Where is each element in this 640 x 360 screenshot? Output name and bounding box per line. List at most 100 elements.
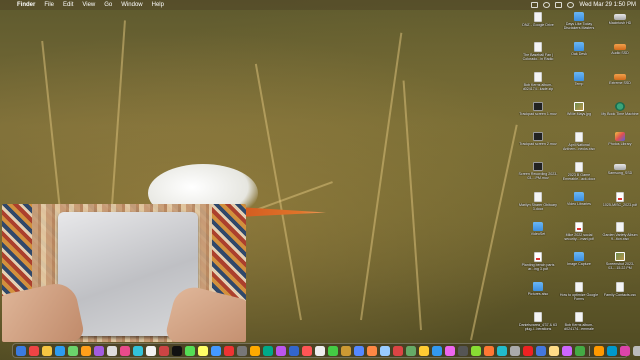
desktop-icon[interactable]: How to optimize Google Forms — [559, 282, 599, 308]
dock-app-icon[interactable] — [250, 345, 260, 356]
desktop-icon[interactable]: My Book Time Machine — [600, 102, 640, 128]
dock-app-icon[interactable] — [471, 345, 481, 356]
dock-app-icon[interactable] — [263, 345, 273, 356]
dock-app-icon[interactable] — [594, 345, 604, 356]
desktop-icon-label: Pictures also — [527, 292, 549, 296]
dock-app-icon[interactable] — [484, 345, 494, 356]
dock-app-icon[interactable] — [380, 345, 390, 356]
dock-app-icon[interactable] — [81, 345, 91, 356]
dock-app-icon[interactable] — [55, 345, 65, 356]
dock-app-icon[interactable] — [42, 345, 52, 356]
dock-app-icon[interactable] — [536, 345, 546, 356]
desktop-icon[interactable]: The Baseball Fan | Colorado...in Radio — [518, 42, 558, 68]
control-center-icon[interactable] — [555, 2, 563, 8]
desktop-icon[interactable]: Marilyn Sharer Obituary 3.docx — [518, 192, 558, 218]
dock-app-icon[interactable] — [367, 345, 377, 356]
menu-edit[interactable]: Edit — [63, 2, 73, 8]
desktop-icon[interactable]: Video Libraries — [559, 192, 599, 218]
dock-app-icon[interactable] — [523, 345, 533, 356]
desktop-icon[interactable]: Danielsvarea_4'37 & 63 plug-l...beration… — [518, 312, 558, 338]
desktop-icon-label: The Baseball Fan | Colorado...in Radio — [522, 53, 554, 62]
dock-app-icon[interactable] — [120, 345, 130, 356]
dock-app-icon[interactable] — [159, 345, 169, 356]
dock-app-icon[interactable] — [276, 345, 286, 356]
dock-app-icon[interactable] — [328, 345, 338, 356]
dock-app-icon[interactable] — [16, 345, 26, 356]
doc-icon — [534, 12, 542, 22]
desktop-icon[interactable]: Trackpad screen 1.mov — [518, 102, 558, 128]
desktop-icon[interactable]: Macintosh HD — [600, 12, 640, 38]
desktop-icon[interactable]: Trackpad screen 2.mov — [518, 132, 558, 158]
desktop-icon[interactable]: Garden Variety Album 9...tion.xlsx — [600, 222, 640, 248]
dock-app-icon[interactable] — [172, 345, 182, 356]
desktop-icon[interactable]: DNZ - Google Drive — [518, 12, 558, 38]
desktop-icon[interactable]: Family Contacts.csv — [600, 282, 640, 308]
desktop-icon[interactable]: April National Anthem...necks.xlsx — [559, 132, 599, 158]
folder-icon — [574, 42, 584, 51]
dock-app-icon[interactable] — [549, 345, 559, 356]
menu-go[interactable]: Go — [104, 2, 112, 8]
dock-app-icon[interactable] — [445, 345, 455, 356]
desktop-icon[interactable]: 2023 B Game Emerable...ack.docx — [559, 162, 599, 188]
menu-window[interactable]: Window — [121, 2, 142, 8]
dock-app-icon[interactable] — [133, 345, 143, 356]
dock-app-icon[interactable] — [315, 345, 325, 356]
desktop-icon[interactable]: Photos Library — [600, 132, 640, 158]
desktop-icon[interactable]: Image Capture — [559, 252, 599, 278]
desktop-icon[interactable]: Temp — [559, 72, 599, 98]
spotlight-icon[interactable] — [567, 2, 575, 8]
dock-app-icon[interactable] — [562, 345, 572, 356]
desktop-icon[interactable]: Pictures also — [518, 282, 558, 308]
desktop-icon[interactable]: Extreme SSD — [600, 72, 640, 98]
dock-app-icon[interactable] — [185, 345, 195, 356]
dock-app-icon[interactable] — [393, 345, 403, 356]
desktop-icon[interactable]: Screen Recording 2023-03-...PM.mov — [518, 162, 558, 188]
dock-app-icon[interactable] — [633, 345, 640, 356]
menu-view[interactable]: View — [82, 2, 95, 8]
dock-app-icon[interactable] — [146, 345, 156, 356]
dock-app-icon[interactable] — [29, 345, 39, 356]
dock-app-icon[interactable] — [94, 345, 104, 356]
battery-icon[interactable] — [531, 2, 539, 8]
desktop-icon[interactable]: Oak Desk — [559, 42, 599, 68]
desktop-icon[interactable]: VideoSet — [518, 222, 558, 248]
dock-app-icon[interactable] — [432, 345, 442, 356]
dock-app-icon[interactable] — [497, 345, 507, 356]
dock-app-icon[interactable] — [211, 345, 221, 356]
menu-help[interactable]: Help — [152, 2, 164, 8]
menu-finder[interactable]: Finder — [17, 2, 35, 8]
dock-app-icon[interactable] — [354, 345, 364, 356]
dock-app-icon[interactable] — [620, 345, 630, 356]
dock-app-icon[interactable] — [224, 345, 234, 356]
dock-app-icon[interactable] — [607, 345, 617, 356]
dock-app-icon[interactable] — [419, 345, 429, 356]
desktop-icon[interactable]: Screenshot 2023-03-...15.22 PM — [600, 252, 640, 278]
desktop-icon[interactable]: Days Like Today Disctakers Masters — [559, 12, 599, 38]
doc-icon — [616, 282, 624, 292]
desktop-icon[interactable]: Audio SSD — [600, 42, 640, 68]
desktop-icon[interactable]: Willie Mays.jpg — [559, 102, 599, 128]
menu-file[interactable]: File — [44, 2, 54, 8]
desktop-icon[interactable]: Planting bench parts ar...ing 3.pdf — [518, 252, 558, 278]
desktop-icon[interactable]: Bob Kerns album-d024174...kade.zip — [518, 72, 558, 98]
movie-icon — [533, 132, 543, 141]
desktop-icon-label: Trackpad screen 2.mov — [519, 142, 557, 146]
desktop-icon[interactable]: Samsung_SSD — [600, 162, 640, 188]
dock-app-icon[interactable] — [341, 345, 351, 356]
folder-icon — [533, 282, 543, 291]
dock-app-icon[interactable] — [107, 345, 117, 356]
dock-app-icon[interactable] — [406, 345, 416, 356]
dock-app-icon[interactable] — [458, 345, 468, 356]
desktop-icon[interactable]: Bob Kerns album-d024174...emmale — [559, 312, 599, 338]
dock-app-icon[interactable] — [198, 345, 208, 356]
desktop-icon[interactable]: Mike 2022 social security....mart.pdf — [559, 222, 599, 248]
dock-app-icon[interactable] — [575, 345, 585, 356]
dock-app-icon[interactable] — [289, 345, 299, 356]
desktop-icon[interactable]: 1025-MISC_2023.pdf — [600, 192, 640, 218]
dock-app-icon[interactable] — [302, 345, 312, 356]
wifi-icon[interactable] — [543, 2, 551, 8]
dock-app-icon[interactable] — [510, 345, 520, 356]
menubar-clock[interactable]: Wed Mar 29 1:50 PM — [579, 2, 636, 8]
dock-app-icon[interactable] — [68, 345, 78, 356]
dock-app-icon[interactable] — [237, 345, 247, 356]
